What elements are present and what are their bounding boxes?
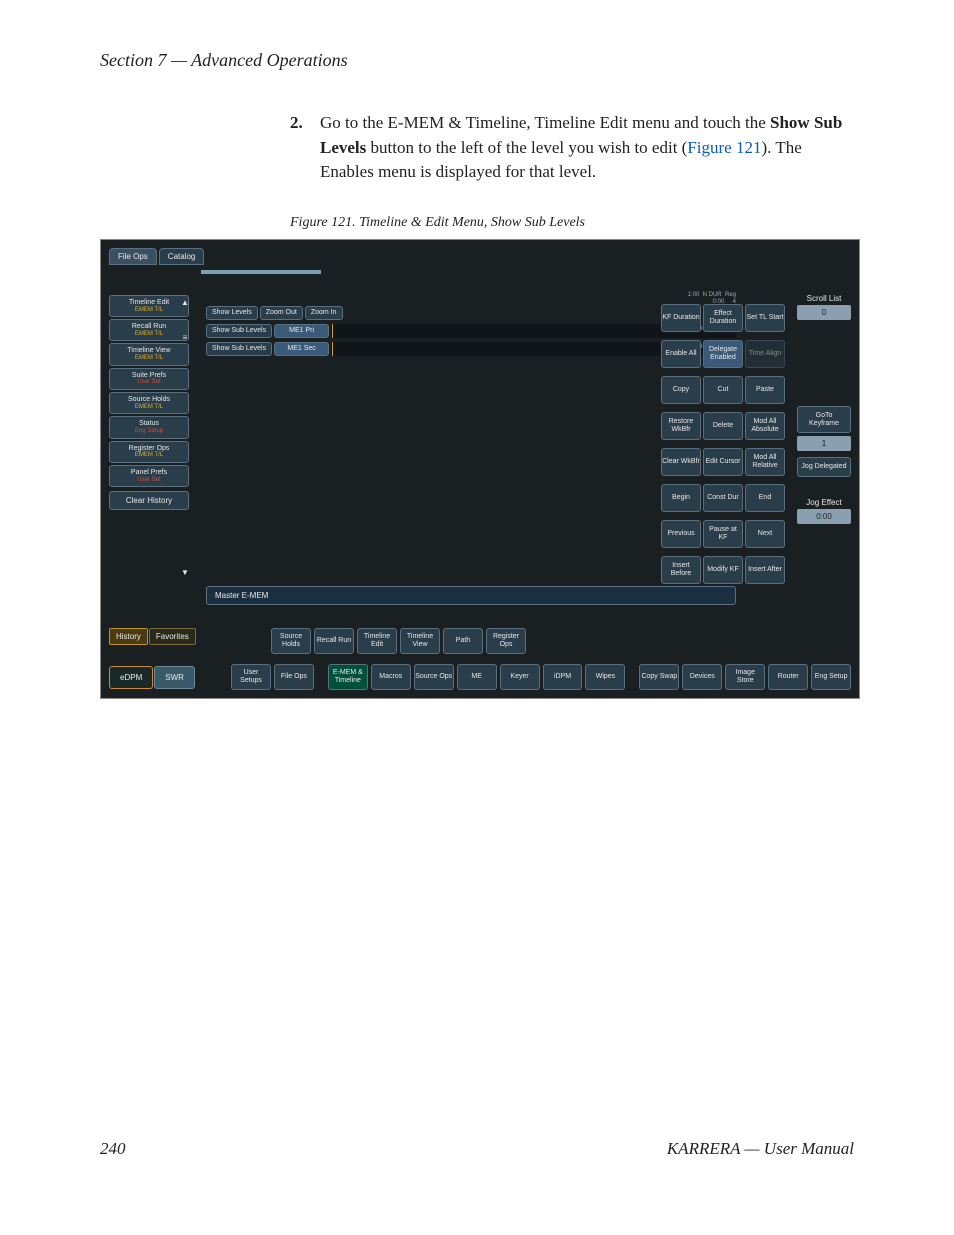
action-button[interactable]: Previous [661,520,701,548]
step-number: 2. [290,111,310,185]
action-button[interactable]: Restore WkBfr [661,412,701,440]
scroll-menu-icon[interactable]: ≡ [177,330,193,346]
bottom-tab[interactable]: Image Store [725,664,765,690]
top-indicator [201,270,321,274]
action-button[interactable]: Mod All Absolute [745,412,785,440]
left-nav-item[interactable]: Suite PrefsUser Set [109,368,189,390]
edpm-swr-toggle: eDPM SWR [109,666,195,689]
action-button[interactable]: Copy [661,376,701,404]
action-button[interactable]: Paste [745,376,785,404]
timeline-ruler: 1:00 N DUR Reg 0:00 4 [206,292,736,305]
section-header: Section 7 — Advanced Operations [100,50,854,71]
figure-caption: Figure 121. Timeline & Edit Menu, Show S… [290,215,854,231]
swr-button[interactable]: SWR [154,666,195,689]
bottom-tab[interactable]: Wipes [585,664,625,690]
action-button[interactable]: Time Align [745,340,785,368]
action-button[interactable]: Insert After [745,556,785,584]
action-button[interactable]: Set TL Start [745,304,785,332]
history-favorites: History Favorites [109,628,196,645]
action-button[interactable]: Delete [703,412,743,440]
bottom-tab[interactable]: E-MEM & Timeline [328,664,368,690]
timeline-row-2: Show Sub Levels ME1 Sec R4 [206,342,736,356]
master-emem-bar[interactable]: Master E-MEM [206,586,736,605]
timeline-row-1: Show Sub Levels ME1 Pri R4 [206,324,736,338]
bottom-tab[interactable]: ME [457,664,497,690]
action-button[interactable]: Mod All Relative [745,448,785,476]
action-button[interactable]: Modify KF [703,556,743,584]
show-sub-levels-button[interactable]: Show Sub Levels [206,324,272,338]
sub-tab[interactable]: Recall Run [314,628,354,654]
figure-link[interactable]: Figure 121 [687,138,761,157]
zoom-controls: Show Levels Zoom Out Zoom In [206,306,736,320]
action-button[interactable]: Cut [703,376,743,404]
page-footer: 240 KARRERA — User Manual [100,1139,854,1159]
action-grid: KF DurationEffect DurationSet TL Start En… [661,304,791,590]
edpm-button[interactable]: eDPM [109,666,153,689]
action-button[interactable]: Edit Cursor [703,448,743,476]
action-button[interactable]: Clear WkBfr [661,448,701,476]
action-button[interactable]: KF Duration [661,304,701,332]
left-nav-item[interactable]: Register OpsEMEM T/L [109,441,189,463]
bottom-tab[interactable]: iDPM [543,664,583,690]
tab-catalog[interactable]: Catalog [159,248,205,265]
scroll-list-value[interactable]: 0 [797,305,851,320]
action-button[interactable]: Const Dur [703,484,743,512]
left-nav-item[interactable]: Panel PrefsUser Set [109,465,189,487]
action-button[interactable]: Effect Duration [703,304,743,332]
bottom-tab[interactable]: Keyer [500,664,540,690]
left-nav-item[interactable]: Source HoldsEMEM T/L [109,392,189,414]
action-button[interactable]: Insert Before [661,556,701,584]
show-levels-button[interactable]: Show Levels [206,306,258,320]
bottom-tab[interactable]: User Setups [231,664,271,690]
me1-sec-button[interactable]: ME1 Sec [274,342,329,356]
left-nav-item[interactable]: Timeline ViewEMEM T/L [109,343,189,365]
action-button[interactable]: Enable All [661,340,701,368]
bottom-tab[interactable]: Macros [371,664,411,690]
manual-title: KARRERA — User Manual [667,1139,854,1159]
zoom-out-button[interactable]: Zoom Out [260,306,303,320]
goto-keyframe-button[interactable]: GoTo Keyframe [797,406,851,433]
page-number: 240 [100,1139,126,1159]
sub-tab[interactable]: Timeline Edit [357,628,397,654]
bottom-tab[interactable]: Copy Swap [639,664,679,690]
step-2: 2. Go to the E-MEM & Timeline, Timeline … [290,111,854,185]
bottom-tab[interactable]: Devices [682,664,722,690]
bottom-tab[interactable]: Eng Setup [811,664,851,690]
clear-history-button[interactable]: Clear History [109,491,189,510]
action-button[interactable]: Next [745,520,785,548]
bottom-tab[interactable]: Source Ops [414,664,454,690]
me1-pri-button[interactable]: ME1 Pri [274,324,329,338]
screenshot-figure: File Ops Catalog Timeline EditEMEM T/LRe… [100,239,860,699]
jog-effect-value[interactable]: 0:00 [797,509,851,524]
top-tabs: File Ops Catalog [109,248,204,265]
jog-effect-label: Jog Effect [797,498,851,507]
action-button[interactable]: Pause at KF [703,520,743,548]
bottom-tab[interactable]: Router [768,664,808,690]
sub-tab[interactable]: Path [443,628,483,654]
action-button[interactable]: Delegate Enabled [703,340,743,368]
favorites-tab[interactable]: Favorites [149,628,196,645]
show-sub-levels-button[interactable]: Show Sub Levels [206,342,272,356]
action-button[interactable]: End [745,484,785,512]
left-nav-item[interactable]: StatusEng Setup [109,416,189,438]
jog-delegated-button[interactable]: Jog Delegated [797,457,851,477]
scroll-up-icon[interactable]: ▲ [177,295,193,311]
timeline-area: 1:00 N DUR Reg 0:00 4 Show Levels Zoom O… [206,292,736,582]
step-text: Go to the E-MEM & Timeline, Timeline Edi… [320,111,854,185]
history-tab[interactable]: History [109,628,148,645]
bottom-tabs: User SetupsFile Ops E-MEM & TimelineMacro… [231,664,851,690]
left-nav: Timeline EditEMEM T/LRecall RunEMEM T/LT… [109,295,189,510]
bottom-tab[interactable]: File Ops [274,664,314,690]
far-right-panel: Scroll List 0 GoTo Keyframe 1 Jog Delega… [797,294,851,530]
sub-tab[interactable]: Timeline View [400,628,440,654]
keyframe-value[interactable]: 1 [797,436,851,451]
zoom-in-button[interactable]: Zoom In [305,306,343,320]
scroll-down-icon[interactable]: ▼ [177,565,193,581]
sub-tab[interactable]: Source Holds [271,628,311,654]
sub-tabs: Source HoldsRecall RunTimeline EditTimel… [271,628,526,654]
scroll-list-label: Scroll List [797,294,851,303]
sub-tab[interactable]: Register Ops [486,628,526,654]
tab-file-ops[interactable]: File Ops [109,248,157,265]
action-button[interactable]: Begin [661,484,701,512]
